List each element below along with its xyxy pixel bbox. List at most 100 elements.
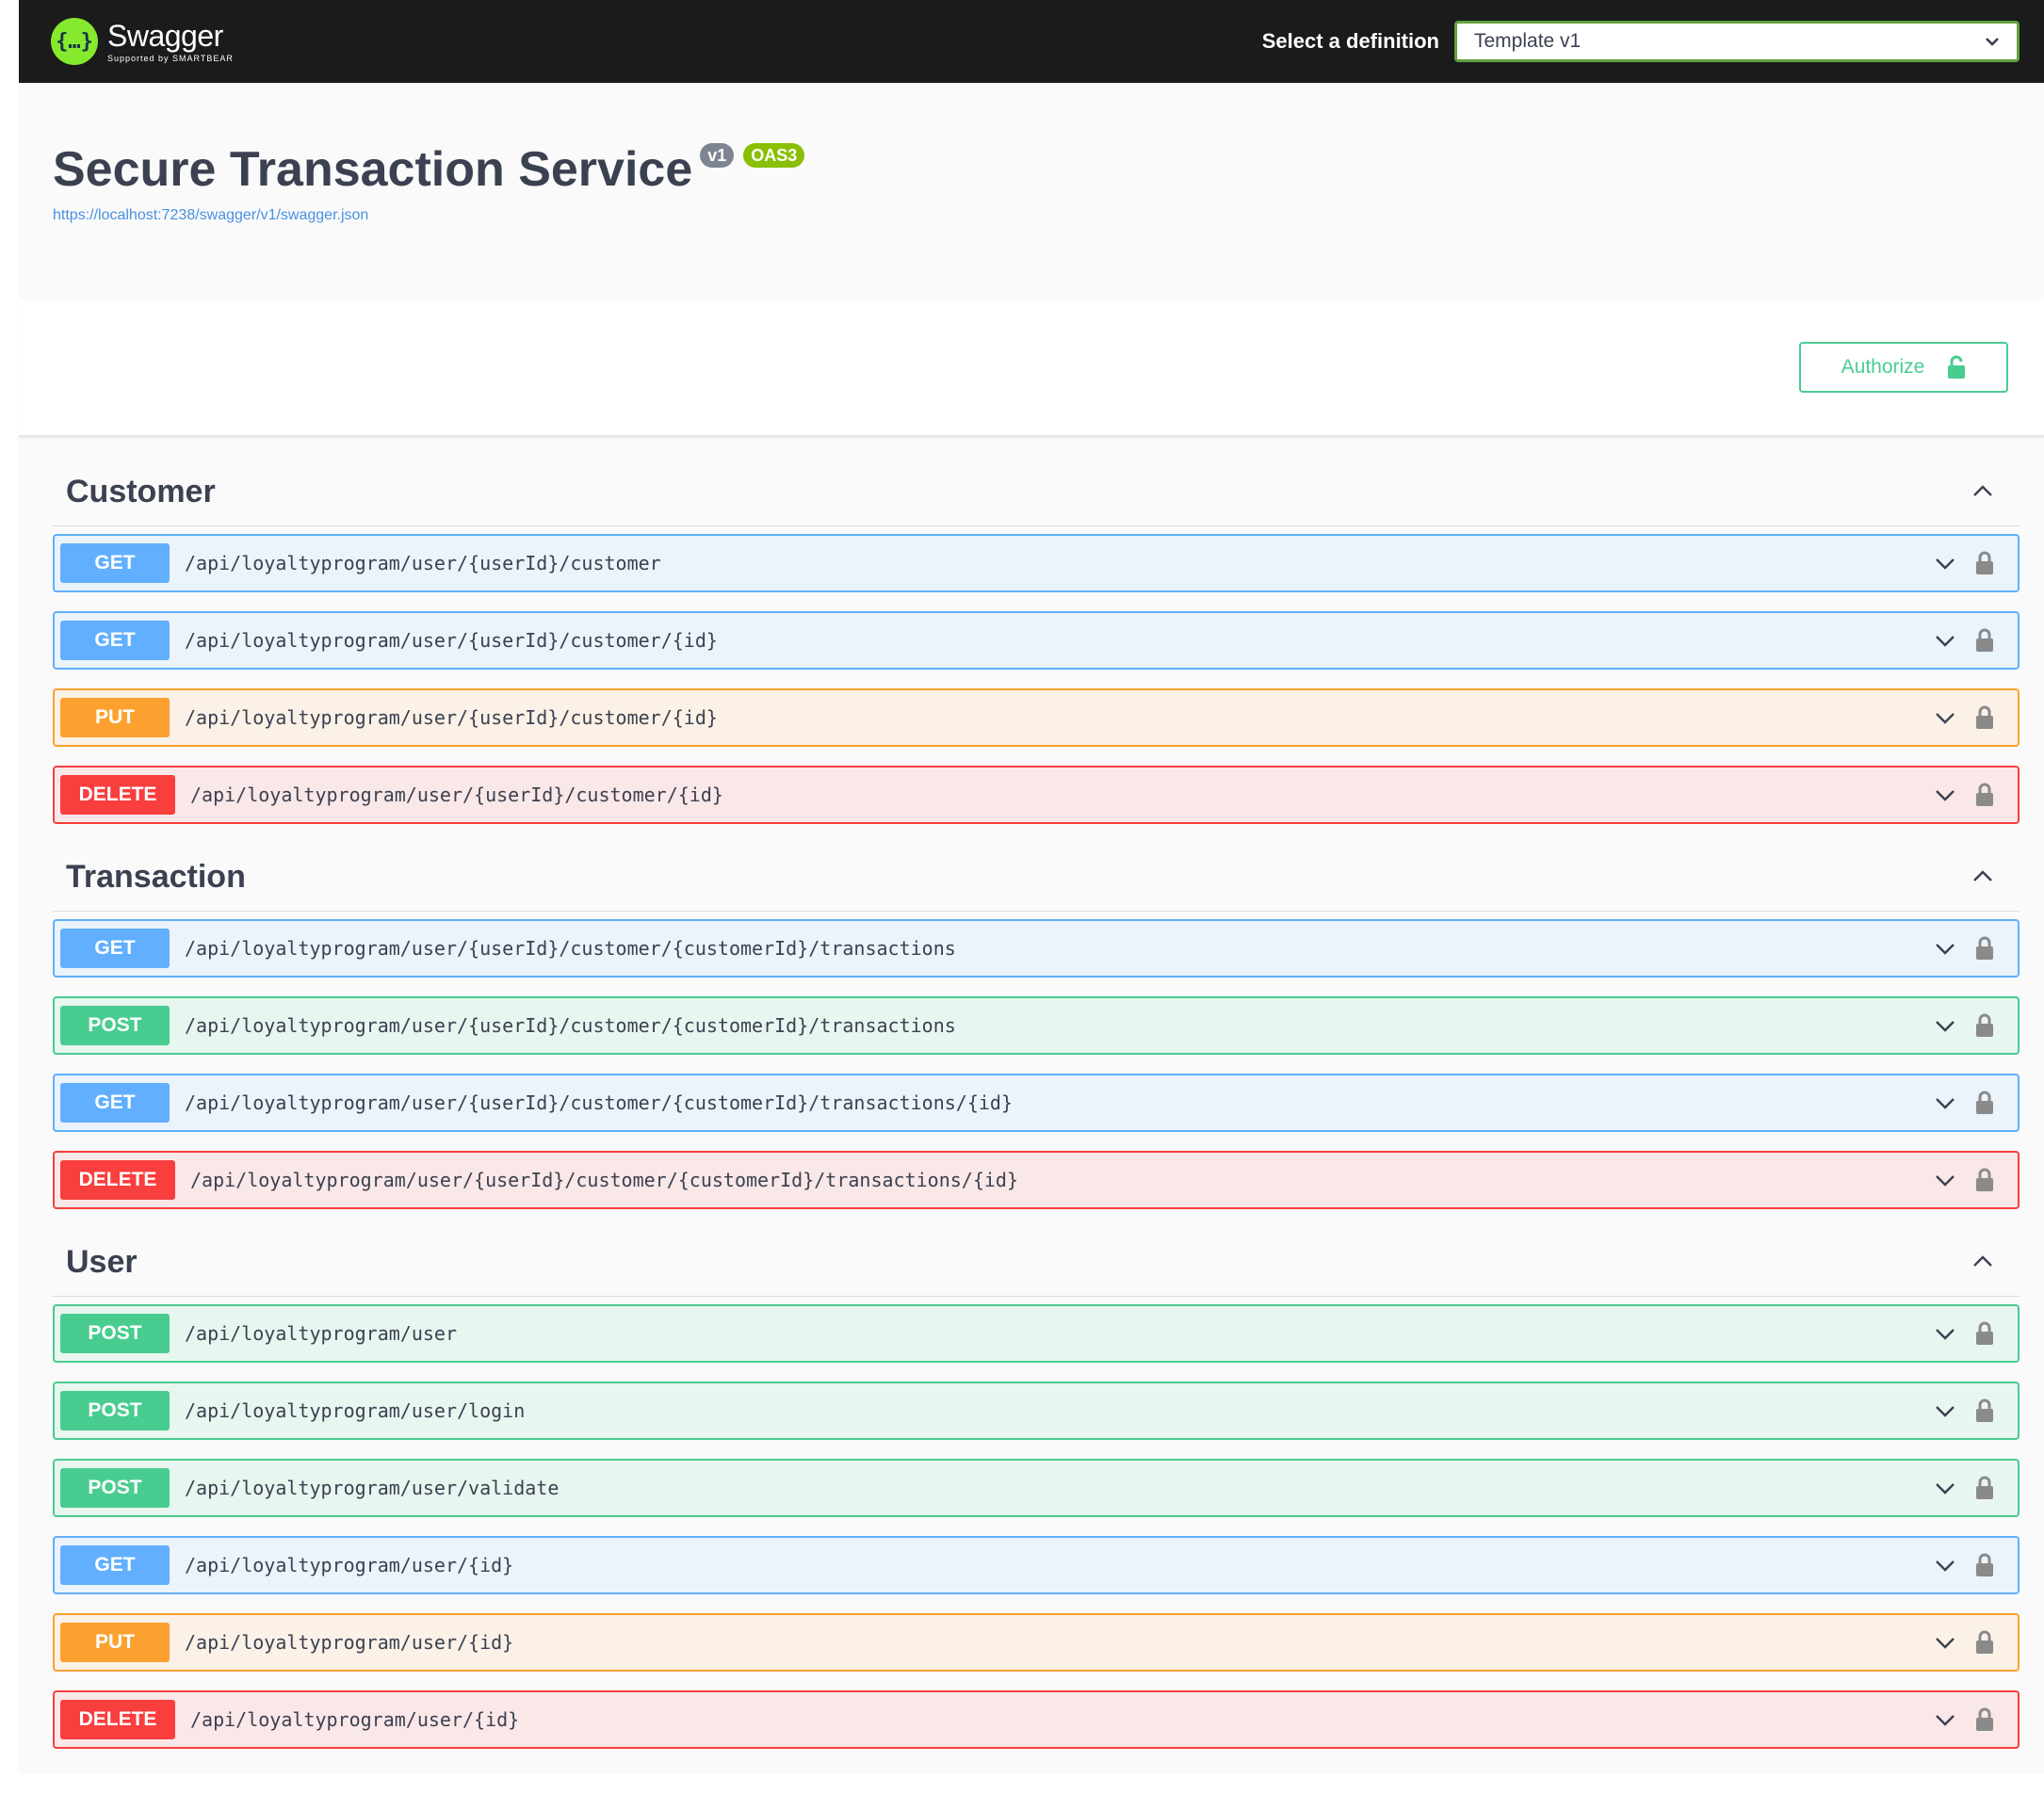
operation-path: /api/loyaltyprogram/user/{id} [185,1631,514,1654]
operation-path: /api/loyaltyprogram/user/{userId}/custom… [185,1091,1013,1114]
chevron-down-icon [1986,38,1999,46]
tag-section-customer: Customer GET/api/loyaltyprogram/user/{use… [53,458,2020,824]
chevron-down-icon[interactable] [1933,1553,1957,1577]
method-badge: DELETE [60,1160,175,1200]
method-badge: GET [60,621,170,660]
operation-path: /api/loyaltyprogram/user/{userId}/custom… [190,784,723,806]
operation-row[interactable]: PUT/api/loyaltyprogram/user/{id} [53,1613,2020,1672]
lock-icon[interactable] [1974,628,1995,653]
swagger-page: {…} Swagger Supported by SMARTBEAR Selec… [19,0,2044,1774]
method-badge: POST [60,1314,170,1353]
method-badge: GET [60,543,170,583]
chevron-down-icon[interactable] [1933,1013,1957,1038]
operation-path: /api/loyaltyprogram/user [185,1322,457,1345]
operation-path: /api/loyaltyprogram/user/login [185,1399,526,1422]
lock-icon[interactable] [1974,1398,1995,1423]
definition-label: Select a definition [1261,29,1439,53]
operation-path: /api/loyaltyprogram/user/{userId}/custom… [185,629,718,652]
chevron-down-icon[interactable] [1933,705,1957,730]
operation-row[interactable]: GET/api/loyaltyprogram/user/{userId}/cus… [53,919,2020,978]
chevron-down-icon[interactable] [1933,1091,1957,1115]
chevron-down-icon[interactable] [1933,628,1957,653]
operation-path: /api/loyaltyprogram/user/{userId}/custom… [185,937,956,960]
operation-row[interactable]: GET/api/loyaltyprogram/user/{userId}/cus… [53,611,2020,670]
chevron-down-icon[interactable] [1933,1398,1957,1423]
lock-icon[interactable] [1974,705,1995,730]
method-badge: POST [60,1006,170,1045]
chevron-up-icon[interactable] [1971,479,1995,504]
chevron-down-icon[interactable] [1933,1707,1957,1732]
operation-row[interactable]: POST/api/loyaltyprogram/user [53,1304,2020,1363]
lock-icon[interactable] [1974,936,1995,961]
unlock-icon [1948,355,1966,379]
operation-row[interactable]: POST/api/loyaltyprogram/user/login [53,1382,2020,1440]
definition-select[interactable]: Template v1 [1454,21,2020,62]
operation-row[interactable]: DELETE/api/loyaltyprogram/user/{id} [53,1690,2020,1749]
method-badge: POST [60,1391,170,1430]
operation-path: /api/loyaltyprogram/user/{id} [190,1708,520,1731]
chevron-down-icon[interactable] [1933,783,1957,807]
authorize-button[interactable]: Authorize [1799,342,2008,393]
operation-path: /api/loyaltyprogram/user/{id} [185,1554,514,1576]
operation-row[interactable]: PUT/api/loyaltyprogram/user/{userId}/cus… [53,688,2020,747]
tag-section-user: User POST/api/loyaltyprogram/user POST/api… [53,1228,2020,1749]
lock-icon[interactable] [1974,1707,1995,1732]
page-title: Secure Transaction Service [53,142,693,197]
operation-row[interactable]: DELETE/api/loyaltyprogram/user/{userId}/… [53,1151,2020,1209]
operation-path: /api/loyaltyprogram/user/validate [185,1477,560,1499]
method-badge: GET [60,1545,170,1585]
chevron-down-icon[interactable] [1933,936,1957,961]
operation-row[interactable]: GET/api/loyaltyprogram/user/{id} [53,1536,2020,1594]
tag-section-transaction: Transaction GET/api/loyaltyprogram/user/{… [53,843,2020,1209]
chevron-down-icon[interactable] [1933,1168,1957,1192]
definition-select-value: Template v1 [1474,30,1582,52]
lock-icon[interactable] [1974,1553,1995,1577]
lock-icon[interactable] [1974,551,1995,575]
operations-list: Customer GET/api/loyaltyprogram/user/{use… [19,437,2044,1774]
tag-header[interactable]: Customer [53,458,2020,526]
method-badge: PUT [60,1623,170,1662]
lock-icon[interactable] [1974,1168,1995,1192]
operation-row[interactable]: POST/api/loyaltyprogram/user/{userId}/cu… [53,996,2020,1055]
oas-badge: OAS3 [743,143,805,168]
version-badge: v1 [700,143,735,168]
operation-path: /api/loyaltyprogram/user/{userId}/custom… [185,1014,956,1037]
tag-name: User [66,1243,138,1280]
chevron-up-icon[interactable] [1971,1250,1995,1274]
operation-row[interactable]: POST/api/loyaltyprogram/user/validate [53,1459,2020,1517]
lock-icon[interactable] [1974,1321,1995,1346]
operation-row[interactable]: GET/api/loyaltyprogram/user/{userId}/cus… [53,534,2020,592]
lock-icon[interactable] [1974,1091,1995,1115]
tag-header[interactable]: User [53,1228,2020,1297]
tag-name: Transaction [66,858,246,895]
swagger-logo[interactable]: {…} Swagger Supported by SMARTBEAR [51,18,234,65]
chevron-down-icon[interactable] [1933,1630,1957,1655]
method-badge: GET [60,1083,170,1123]
method-badge: POST [60,1468,170,1508]
chevron-down-icon[interactable] [1933,1321,1957,1346]
definition-selector: Select a definition Template v1 [1262,21,2020,62]
spec-url-link[interactable]: https://localhost:7238/swagger/v1/swagge… [53,207,2044,224]
scheme-container: Authorize [19,299,2044,437]
operation-row[interactable]: GET/api/loyaltyprogram/user/{userId}/cus… [53,1074,2020,1132]
topbar: {…} Swagger Supported by SMARTBEAR Selec… [19,0,2044,83]
lock-icon[interactable] [1974,1630,1995,1655]
info-section: Secure Transaction Service v1 OAS3 https… [19,83,2044,299]
operation-path: /api/loyaltyprogram/user/{userId}/custom… [185,552,661,574]
operation-path: /api/loyaltyprogram/user/{userId}/custom… [185,706,718,729]
method-badge: DELETE [60,775,175,815]
lock-icon[interactable] [1974,783,1995,807]
operation-path: /api/loyaltyprogram/user/{userId}/custom… [190,1169,1018,1191]
chevron-down-icon[interactable] [1933,1476,1957,1500]
chevron-down-icon[interactable] [1933,551,1957,575]
method-badge: DELETE [60,1700,175,1739]
method-badge: GET [60,929,170,968]
logo-name: Swagger [107,18,223,53]
operation-row[interactable]: DELETE/api/loyaltyprogram/user/{userId}/… [53,766,2020,824]
method-badge: PUT [60,698,170,737]
chevron-up-icon[interactable] [1971,865,1995,889]
swagger-logo-icon: {…} [51,18,98,65]
lock-icon[interactable] [1974,1013,1995,1038]
lock-icon[interactable] [1974,1476,1995,1500]
tag-header[interactable]: Transaction [53,843,2020,912]
